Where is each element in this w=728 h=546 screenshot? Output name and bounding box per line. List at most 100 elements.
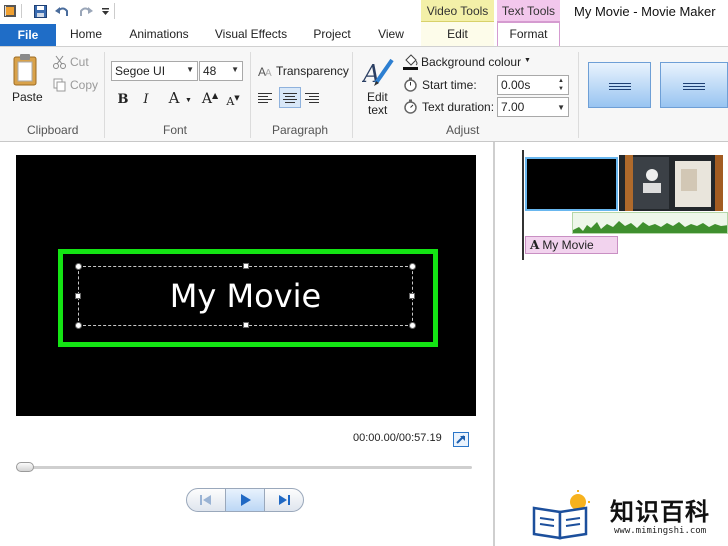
duration-icon	[403, 99, 418, 114]
paint-bucket-icon	[403, 54, 418, 70]
start-time-label: Start time:	[422, 78, 477, 92]
resize-handle-top-left[interactable]	[75, 263, 82, 270]
watermark-url: www.mimingshi.com	[614, 526, 707, 536]
adjust-group-label: Adjust	[446, 123, 480, 137]
tab-project[interactable]: Project	[306, 22, 358, 46]
timeline-clip-photo[interactable]	[619, 155, 723, 211]
save-icon[interactable]	[32, 3, 48, 19]
stopwatch-icon	[403, 77, 418, 92]
timeline-audio-track[interactable]	[572, 212, 728, 234]
align-center-button[interactable]	[279, 87, 301, 108]
shrink-font-label: A	[226, 94, 235, 108]
shrink-font-button[interactable]: A ▼	[223, 91, 243, 111]
qat-separator-2	[114, 3, 115, 19]
resize-handle-bottom[interactable]	[243, 322, 249, 328]
bold-button[interactable]: B	[113, 89, 133, 109]
chevron-down-icon: ▼	[231, 65, 239, 74]
ribbon-separator	[104, 52, 105, 138]
playback-controls	[186, 488, 304, 512]
paste-button[interactable]: Paste	[12, 90, 43, 104]
undo-icon[interactable]	[54, 3, 70, 19]
edit-text-label-1[interactable]: Edit	[367, 90, 388, 104]
tab-animations[interactable]: Animations	[122, 22, 196, 46]
previous-frame-button[interactable]	[187, 489, 225, 511]
spin-down-icon[interactable]: ▼	[556, 85, 566, 93]
grow-arrow-icon: ▲	[211, 90, 219, 100]
font-group-label: Font	[163, 123, 188, 137]
text-tools-label: Text Tools	[501, 3, 556, 18]
timeline-clip-title[interactable]	[525, 157, 618, 211]
align-left-icon[interactable]	[258, 91, 274, 105]
preview-caption-text[interactable]: My Movie	[78, 266, 413, 326]
tab-home[interactable]: Home	[60, 22, 112, 46]
svg-text:A: A	[265, 68, 272, 78]
timeline-playhead[interactable]	[522, 150, 524, 260]
video-tools-label: Video Tools	[426, 3, 489, 18]
paragraph-group-label: Paragraph	[272, 123, 329, 137]
chevron-down-icon[interactable]: ▼	[524, 57, 531, 64]
watermark-logo	[532, 490, 596, 540]
resize-handle-bottom-left[interactable]	[75, 322, 82, 329]
italic-button[interactable]: I	[136, 89, 156, 109]
font-size-select[interactable]: 48 ▼	[199, 61, 243, 81]
paste-icon[interactable]	[10, 53, 42, 87]
grow-font-label: A	[201, 91, 212, 107]
timeline-caption-clip[interactable]: A My Movie	[525, 236, 618, 254]
playback-timecode: 00:00.00/00:57.19	[353, 432, 442, 444]
qat-customize-icon[interactable]	[97, 4, 113, 20]
resize-handle-top-right[interactable]	[409, 263, 416, 270]
effect-thumbnail-1[interactable]	[588, 62, 651, 108]
tab-view[interactable]: View	[368, 22, 414, 46]
play-icon	[241, 494, 251, 506]
start-time-value: 0.00s	[501, 78, 531, 92]
align-right-icon[interactable]	[305, 91, 321, 105]
grow-font-button[interactable]: A ▲	[200, 89, 220, 109]
resize-handle-left[interactable]	[75, 293, 81, 299]
seek-bar[interactable]	[18, 466, 472, 469]
start-time-input[interactable]: 0.00s ▲ ▼	[497, 75, 569, 95]
pane-splitter[interactable]	[493, 142, 495, 546]
text-duration-select[interactable]: 7.00 ▼	[497, 97, 569, 117]
font-family-value: Segoe UI	[115, 64, 166, 78]
previous-frame-icon	[200, 495, 211, 505]
app-icon	[3, 4, 17, 18]
seek-bar-thumb[interactable]	[16, 462, 34, 472]
ribbon-separator	[250, 52, 251, 138]
spin-up-icon[interactable]: ▲	[556, 77, 566, 85]
redo-icon[interactable]	[78, 3, 94, 19]
qat-separator	[21, 4, 22, 18]
ribbon-separator	[578, 52, 579, 138]
text-tools-context: Text Tools	[497, 0, 560, 22]
tab-edit[interactable]: Edit	[421, 22, 494, 46]
font-family-select[interactable]: Segoe UI ▼	[111, 61, 198, 81]
font-color-dropdown-icon[interactable]: ▼	[185, 97, 192, 104]
cut-icon	[53, 55, 66, 69]
caption-icon: A	[530, 238, 540, 252]
clipboard-group-label: Clipboard	[27, 123, 79, 137]
next-frame-button[interactable]	[265, 489, 303, 511]
fullscreen-icon[interactable]	[453, 432, 469, 447]
transparency-button[interactable]: Transparency	[276, 64, 349, 78]
text-duration-value: 7.00	[501, 100, 525, 114]
font-size-value: 48	[203, 64, 217, 78]
resize-handle-top[interactable]	[243, 263, 249, 269]
edit-text-label-2[interactable]: text	[368, 103, 387, 117]
watermark-text: 知识百科	[610, 498, 710, 526]
edit-text-icon[interactable]: A	[361, 56, 394, 88]
resize-handle-right[interactable]	[409, 293, 415, 299]
play-button[interactable]	[225, 489, 265, 511]
resize-handle-bottom-right[interactable]	[409, 322, 416, 329]
effect-thumbnail-2[interactable]	[660, 62, 728, 108]
shrink-arrow-icon: ▼	[234, 94, 240, 102]
text-duration-label: Text duration:	[422, 100, 495, 114]
copy-button[interactable]: Copy	[70, 78, 98, 92]
cut-button[interactable]: Cut	[70, 55, 89, 69]
caption-clip-label: My Movie	[542, 238, 594, 252]
video-tools-context: Video Tools	[421, 0, 494, 22]
background-colour-button[interactable]: Background colour	[421, 55, 521, 69]
chevron-down-icon: ▼	[557, 103, 565, 112]
tab-file[interactable]: File	[0, 24, 56, 46]
font-color-button[interactable]: A	[164, 88, 184, 108]
tab-visual-effects[interactable]: Visual Effects	[210, 22, 292, 46]
tab-format[interactable]: Format	[497, 22, 560, 46]
